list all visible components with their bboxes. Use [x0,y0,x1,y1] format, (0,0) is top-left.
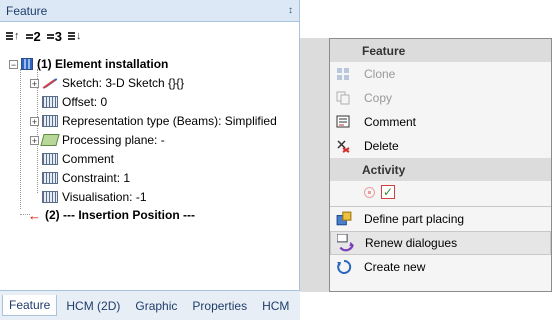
tree-root-element-installation[interactable]: − (1) Element installation [9,55,168,73]
tree-item-offset[interactable]: Offset: 0 [42,93,107,111]
feature-panel: Feature ↕ ↑ 2 3 ↓ − (1) Element installa… [0,0,300,320]
collapse-icon[interactable]: − [9,59,18,69]
panel-tabs: Feature HCM (2D) Graphic Properties HCM [0,290,300,320]
parameter-icon [42,96,58,108]
menu-item-comment[interactable]: Comment [330,110,551,134]
pin-icon[interactable]: ↕ [288,5,293,16]
menu-item-label: Define part placing [364,212,465,226]
panel-title: Feature [6,3,48,18]
sort-up-icon [6,32,13,40]
clone-icon [337,68,349,80]
tree-item-label: Comment [62,152,115,166]
sketch-icon [42,77,58,89]
tab-graphic[interactable]: Graphic [129,296,183,316]
activity-row: ✓ [330,181,551,203]
sort-down-icon [67,32,75,40]
expand-icon[interactable]: + [30,78,39,88]
ok-check-icon[interactable]: ✓ [381,185,395,199]
level-2-button[interactable]: 2 [25,29,41,44]
copy-icon [336,91,350,105]
tree-item-sketch[interactable]: + Sketch: 3-D Sketch {}{} [30,74,184,92]
menu-item-label: Comment [364,115,417,129]
tree-item-label: Representation type (Beams): Simplified [62,114,277,128]
tree-item-representation-type[interactable]: + Representation type (Beams): Simplifie… [30,112,277,130]
menu-item-delete[interactable]: Delete [330,134,551,158]
tree-item-label: Sketch: 3-D Sketch {}{} [62,76,185,90]
tree-item-comment[interactable]: Comment [42,150,114,168]
menu-item-create-new[interactable]: Create new [330,255,551,279]
tree-item-processing-plane[interactable]: + Processing plane: - [30,131,165,149]
renew-icon [337,234,354,252]
menu-item-label: Delete [364,139,399,153]
sort-up-button[interactable]: ↑ [6,30,20,42]
insertion-arrow-icon: ← [28,207,41,223]
comment-icon [336,115,350,128]
tree-item-constraint[interactable]: Constraint: 1 [42,169,130,187]
parameter-icon [42,153,58,165]
parameter-icon [42,115,58,127]
menu-item-clone[interactable]: Clone [330,62,551,86]
context-menu: Feature Clone Copy Comment Delete Activi… [329,38,552,292]
parameter-icon [42,191,58,203]
menu-item-copy[interactable]: Copy [330,86,551,110]
create-new-icon [337,259,352,274]
parameter-icon [42,172,58,184]
tree-item-label: Constraint: 1 [62,171,131,185]
delete-icon [337,140,350,153]
stop-icon[interactable] [364,186,375,198]
level-3-button[interactable]: 3 [46,29,62,44]
tree-root-label: (1) Element installation [37,57,169,71]
tab-hcm-2d[interactable]: HCM (2D) [60,296,126,316]
tree-item-label: Offset: 0 [62,95,108,109]
menu-item-label: Clone [364,67,396,81]
tree-item-label: Visualisation: -1 [62,190,147,204]
define-part-icon [336,211,352,226]
level-3-icon [46,33,54,39]
tab-feature[interactable]: Feature [2,295,58,316]
menu-item-renew-dialogues[interactable]: Renew dialogues [330,231,551,255]
sort-down-button[interactable]: ↓ [67,30,81,42]
menu-section-activity: Activity [330,158,551,181]
tab-properties[interactable]: Properties [186,296,253,316]
expand-icon[interactable]: + [30,116,39,126]
tree-item-label: Processing plane: - [62,133,165,147]
menu-item-label: Renew dialogues [365,236,458,250]
menu-item-label: Create new [364,260,426,274]
level-2-icon [25,33,33,39]
tree-item-visualisation[interactable]: Visualisation: -1 [42,188,147,206]
element-installation-icon [21,58,33,70]
menu-item-label: Copy [364,91,393,105]
plane-icon [40,134,60,146]
panel-toolbar: ↑ 2 3 ↓ [0,22,299,50]
context-menu-icon-strip [300,38,329,292]
menu-section-feature: Feature [330,39,551,62]
expand-icon[interactable]: + [30,135,39,145]
tree-item-insertion-position[interactable]: ← (2) --- Insertion Position --- [28,206,195,224]
menu-item-define-part-placing[interactable]: Define part placing [330,207,551,231]
panel-header: Feature ↕ [0,0,299,22]
tree-item-label: (2) --- Insertion Position --- [45,208,195,222]
tab-hcm[interactable]: HCM [256,296,295,316]
